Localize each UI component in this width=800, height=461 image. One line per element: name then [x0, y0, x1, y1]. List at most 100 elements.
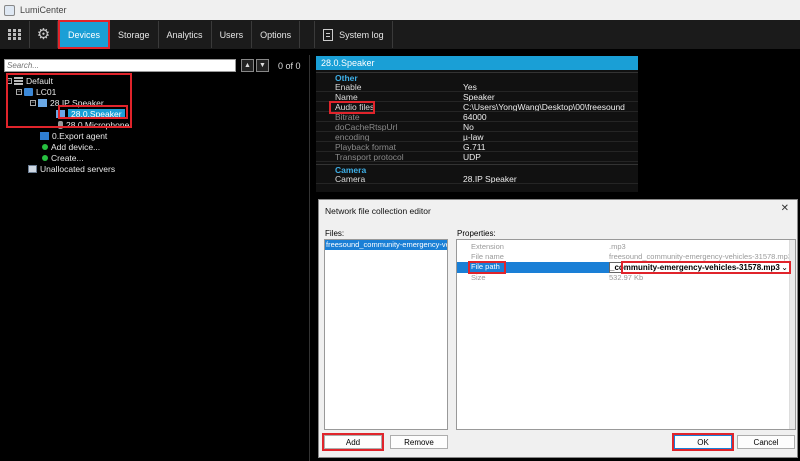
tab-options[interactable]: Options — [252, 21, 301, 48]
gear-icon: ⚙ — [36, 26, 51, 43]
property-key: Audio files — [335, 102, 375, 111]
settings-button[interactable]: ⚙ — [30, 21, 58, 48]
property-row-name[interactable]: Name Speaker — [316, 92, 638, 102]
add-button[interactable]: Add — [324, 435, 382, 449]
dialog-title: Network file collection editor — [325, 206, 431, 216]
file-property-file-path[interactable]: File path _community-emergency-vehicles-3… — [457, 262, 791, 273]
device-icon — [38, 98, 47, 107]
server-icon — [24, 87, 33, 96]
grid-icon — [8, 29, 21, 40]
layout-grid-button[interactable] — [0, 21, 30, 48]
microphone-icon — [58, 120, 63, 129]
property-value: 28.IP Speaker — [463, 174, 517, 183]
scrollbar[interactable] — [789, 240, 795, 429]
chevron-down-icon: ▼ — [259, 62, 266, 69]
cancel-button[interactable]: Cancel — [737, 435, 795, 449]
list-item[interactable]: freesound_community-emergency-vehicles-3… — [325, 240, 447, 250]
search-prev-button[interactable]: ▲ — [241, 59, 254, 72]
property-value: UDP — [463, 152, 481, 161]
property-row-docachertspurl[interactable]: doCacheRtspUrl No — [316, 122, 638, 132]
agent-icon — [40, 131, 49, 140]
network-file-collection-editor-dialog: Network file collection editor ✕ Files: … — [318, 199, 798, 458]
property-key: Name — [335, 92, 358, 101]
property-key: Bitrate — [335, 112, 360, 121]
server-icon — [14, 76, 23, 85]
property-key: Camera — [335, 174, 366, 183]
property-key: encoding — [335, 132, 370, 141]
property-row-audio-files[interactable]: Audio files C:\Users\YongWang\Desktop\00\… — [316, 102, 638, 112]
document-icon — [323, 28, 334, 41]
property-key: doCacheRtspUrl — [335, 122, 398, 131]
tab-devices[interactable]: Devices — [58, 20, 111, 49]
property-value: Yes — [463, 82, 477, 91]
remove-button[interactable]: Remove — [390, 435, 448, 449]
property-key: File name — [471, 252, 504, 261]
app-icon — [4, 4, 15, 16]
tab-storage[interactable]: Storage — [110, 21, 159, 48]
tree-item-ip-speaker[interactable]: − 28.IP Speaker — [30, 97, 104, 108]
device-tree-panel: ▲ ▼ 0 of 0 − Default − LC01 − 28.IP Spea… — [0, 55, 310, 461]
property-value: freesound_community-emergency-vehicles-3… — [609, 252, 791, 261]
files-label: Files: — [325, 229, 345, 238]
monitor-icon — [28, 164, 37, 173]
search-input[interactable] — [4, 59, 236, 72]
tree-label: Add device... — [51, 141, 101, 152]
tree-item-create[interactable]: Create... — [42, 152, 84, 163]
file-property-grid: Extension .mp3 File name freesound_communi… — [456, 239, 796, 430]
tab-analytics[interactable]: Analytics — [159, 21, 212, 48]
tree-item-lc01[interactable]: − LC01 — [16, 86, 56, 97]
chevron-up-icon: ▲ — [244, 62, 251, 69]
file-property-file-name[interactable]: File name freesound_community-emergency-v… — [457, 252, 791, 262]
tree-label: 28.0.Microphone — [66, 119, 130, 130]
tree-item-microphone[interactable]: 28.0.Microphone — [56, 119, 129, 130]
tree-label: 28.0.Speaker — [68, 108, 125, 119]
property-row-bitrate[interactable]: Bitrate 64000 — [316, 112, 638, 122]
main-toolbar: ⚙ Devices Storage Analytics Users Option… — [0, 20, 800, 49]
search-next-button[interactable]: ▼ — [256, 59, 269, 72]
file-property-size[interactable]: Size 532.97 Kb — [457, 273, 791, 283]
app-title: LumiCenter — [20, 5, 67, 15]
tree-item-unallocated[interactable]: Unallocated servers — [28, 163, 115, 174]
property-value: 532.97 Kb — [609, 273, 644, 282]
property-key: Extension — [471, 242, 504, 251]
properties-label: Properties: — [457, 229, 496, 238]
ok-button[interactable]: OK — [674, 435, 732, 449]
tab-users[interactable]: Users — [212, 21, 253, 48]
tree-label: Create... — [51, 152, 84, 163]
tree-item-add-device[interactable]: Add device... — [42, 141, 100, 152]
tree-label: Default — [26, 75, 53, 86]
speaker-icon — [56, 109, 65, 118]
property-key: Transport protocol — [335, 152, 404, 161]
property-key: Size — [471, 273, 486, 282]
property-grid: 28.0.Speaker Other Enable Yes Name Speaker… — [316, 56, 638, 192]
property-row-transport-protocol[interactable]: Transport protocol UDP — [316, 152, 638, 162]
property-row-playback-format[interactable]: Playback format G.711 — [316, 142, 638, 152]
collapse-icon[interactable]: − — [6, 77, 12, 84]
tree-label: LC01 — [36, 86, 57, 97]
tree-item-speaker[interactable]: 28.0.Speaker — [56, 108, 125, 119]
property-row-enable[interactable]: Enable Yes — [316, 82, 638, 92]
property-row-camera[interactable]: Camera 28.IP Speaker — [316, 174, 638, 184]
property-value: Speaker — [463, 92, 495, 101]
system-log-label: System log — [339, 29, 384, 40]
property-value: No — [463, 122, 474, 131]
property-key: Enable — [335, 82, 362, 91]
collapse-icon[interactable]: − — [16, 88, 22, 95]
files-list[interactable]: freesound_community-emergency-vehicles-3… — [324, 239, 448, 430]
chevron-down-icon[interactable]: ⌄ — [781, 263, 788, 272]
system-log-button[interactable]: System log — [314, 21, 393, 48]
tree-item-default[interactable]: − Default — [6, 75, 53, 86]
search-row: ▲ ▼ 0 of 0 — [4, 59, 304, 73]
property-value: _community-emergency-vehicles-31578.mp3 — [610, 263, 780, 272]
property-value: G.711 — [463, 142, 486, 151]
close-icon[interactable]: ✕ — [781, 203, 789, 214]
tree-label: 28.IP Speaker — [50, 97, 104, 108]
property-value: µ-law — [463, 132, 484, 141]
property-row-encoding[interactable]: encoding µ-law — [316, 132, 638, 142]
collapse-icon[interactable]: − — [30, 99, 36, 106]
tree-label: 0.Export agent — [52, 130, 108, 141]
tree-item-export-agent[interactable]: 0.Export agent — [40, 130, 107, 141]
file-property-extension[interactable]: Extension .mp3 — [457, 242, 791, 252]
title-bar: LumiCenter — [0, 0, 800, 20]
file-path-editor[interactable]: _community-emergency-vehicles-31578.mp3 ⌄ — [609, 262, 791, 273]
